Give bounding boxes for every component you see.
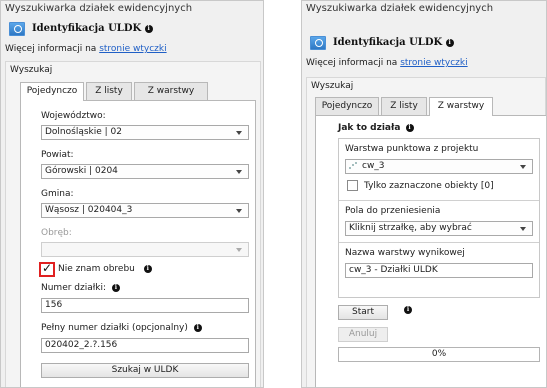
dropdown-arrow-icon — [236, 131, 242, 135]
tab-pojedynczo[interactable]: Pojedynczo — [20, 82, 84, 101]
output-label: Nazwa warstwy wynikowej — [345, 248, 465, 258]
selected-only-label: Tylko zaznaczone obiekty [0] — [364, 181, 494, 191]
info-icon[interactable] — [143, 264, 152, 273]
powiat-select[interactable]: Górowski | 0204 — [41, 164, 249, 179]
plugin-page-link[interactable]: stronie wtyczki — [400, 58, 467, 68]
start-button[interactable]: Start — [338, 305, 388, 320]
info-icon[interactable] — [445, 38, 454, 47]
tab-z-warstwy[interactable]: Z warstwy — [429, 97, 493, 116]
search-group-label: Wyszukaj — [10, 65, 53, 75]
tab-z-warstwy[interactable]: Z warstwy — [134, 82, 208, 100]
layer-settings-frame: Warstwa punktowa z projektu cw_3 Tylko z… — [338, 138, 540, 298]
numer-label: Numer działki: — [41, 283, 107, 293]
plugin-title: Identyfikacja ULDK — [333, 37, 454, 48]
tab-bar: Pojedynczo Z listy Z warstwy — [315, 97, 515, 116]
point-layer-icon — [349, 161, 359, 170]
search-group-label: Wyszukaj — [311, 81, 354, 91]
plugin-icon — [310, 36, 326, 50]
divider — [339, 242, 539, 243]
search-group: Wyszukaj Pojedynczo Z listy Z warstwy Ja… — [306, 77, 546, 387]
gmina-label: Gmina: — [41, 189, 74, 199]
tab-bar: Pojedynczo Z listy Z warstwy — [20, 82, 240, 101]
plugin-title-text: Identyfikacja ULDK — [32, 23, 142, 34]
more-info-line: Więcej informacji na stronie wtyczki — [306, 58, 468, 68]
info-icon[interactable] — [111, 283, 120, 292]
gmina-select[interactable]: Wąsosz | 020404_3 — [41, 203, 249, 218]
pelny-input[interactable]: 020402_2.?.156 — [41, 338, 249, 353]
progress-text: 0% — [431, 349, 447, 359]
checkmark-icon: ✓ — [42, 261, 53, 275]
progress-bar: 0% — [338, 347, 540, 362]
tab-content-pojedynczo: Województwo: Dolnośląskie | 02 Powiat: G… — [20, 100, 256, 387]
obreb-label: Obręb: — [41, 228, 72, 238]
obreb-select[interactable] — [41, 242, 249, 257]
how-it-works-row: Jak to działa — [338, 123, 414, 133]
unknown-obreb-row: Nie znam obrebu — [58, 264, 152, 274]
info-icon[interactable] — [405, 123, 414, 132]
wojewodztwo-value: Dolnośląskie | 02 — [45, 127, 122, 137]
dropdown-arrow-icon — [236, 248, 242, 252]
dropdown-arrow-icon — [236, 209, 242, 213]
wojewodztwo-select[interactable]: Dolnośląskie | 02 — [41, 125, 249, 140]
dropdown-arrow-icon — [236, 170, 242, 174]
more-info-line: Więcej informacji na stronie wtyczki — [5, 44, 167, 54]
unknown-obreb-label: Nie znam obrebu — [58, 264, 135, 274]
left-dialog: Wyszukiwarka działek ewidencyjnych Ident… — [0, 0, 264, 388]
plugin-page-link[interactable]: stronie wtyczki — [99, 44, 166, 54]
info-icon[interactable] — [193, 323, 202, 332]
layer-select[interactable]: cw_3 — [345, 159, 533, 174]
more-info-prefix: Więcej informacji na — [5, 44, 100, 54]
powiat-value: Górowski | 0204 — [45, 166, 118, 176]
dropdown-arrow-icon — [520, 165, 526, 169]
tab-pojedynczo[interactable]: Pojedynczo — [315, 97, 379, 115]
more-info-prefix: Więcej informacji na — [306, 58, 401, 68]
cancel-button[interactable]: Anuluj — [338, 327, 388, 342]
plugin-title: Identyfikacja ULDK — [32, 23, 153, 34]
plugin-title-text: Identyfikacja ULDK — [333, 37, 443, 48]
fields-label: Pola do przeniesienia — [345, 206, 441, 216]
powiat-label: Powiat: — [41, 150, 74, 160]
info-icon[interactable] — [404, 306, 412, 314]
fields-select[interactable]: Kliknij strzałkę, aby wybrać — [345, 221, 533, 236]
search-group: Wyszukaj Pojedynczo Z listy Z warstwy Wo… — [5, 61, 261, 387]
right-dialog: Wyszukiwarka działek ewidencyjnych Ident… — [301, 0, 547, 388]
window-title: Wyszukiwarka działek ewidencyjnych — [306, 3, 494, 14]
selected-only-checkbox[interactable] — [347, 180, 358, 191]
pelny-row: Pełny numer działki (opcjonalny) — [41, 323, 202, 333]
info-icon[interactable] — [144, 24, 153, 33]
output-name-input[interactable]: cw_3 - Działki ULDK — [345, 263, 533, 278]
tab-content-z-warstwy: Jak to działa Warstwa punktowa z projekt… — [315, 115, 546, 387]
numer-input[interactable]: 156 — [41, 298, 249, 313]
pelny-label: Pełny numer działki (opcjonalny) — [41, 323, 188, 333]
search-uldk-button[interactable]: Szukaj w ULDK — [41, 363, 249, 378]
window-title: Wyszukiwarka działek ewidencyjnych — [5, 3, 193, 14]
numer-row: Numer działki: — [41, 283, 120, 293]
how-it-works-title: Jak to działa — [338, 123, 401, 133]
tab-z-listy[interactable]: Z listy — [381, 97, 427, 115]
gmina-value: Wąsosz | 020404_3 — [45, 205, 133, 215]
plugin-icon — [9, 22, 25, 36]
unknown-obreb-checkbox[interactable]: ✓ — [39, 261, 55, 277]
dropdown-arrow-icon — [520, 227, 526, 231]
layer-value: cw_3 — [362, 161, 385, 171]
fields-value: Kliknij strzałkę, aby wybrać — [349, 223, 472, 233]
wojewodztwo-label: Województwo: — [41, 111, 106, 121]
divider — [339, 200, 539, 201]
layer-label: Warstwa punktowa z projektu — [345, 144, 479, 154]
tab-z-listy[interactable]: Z listy — [86, 82, 132, 100]
